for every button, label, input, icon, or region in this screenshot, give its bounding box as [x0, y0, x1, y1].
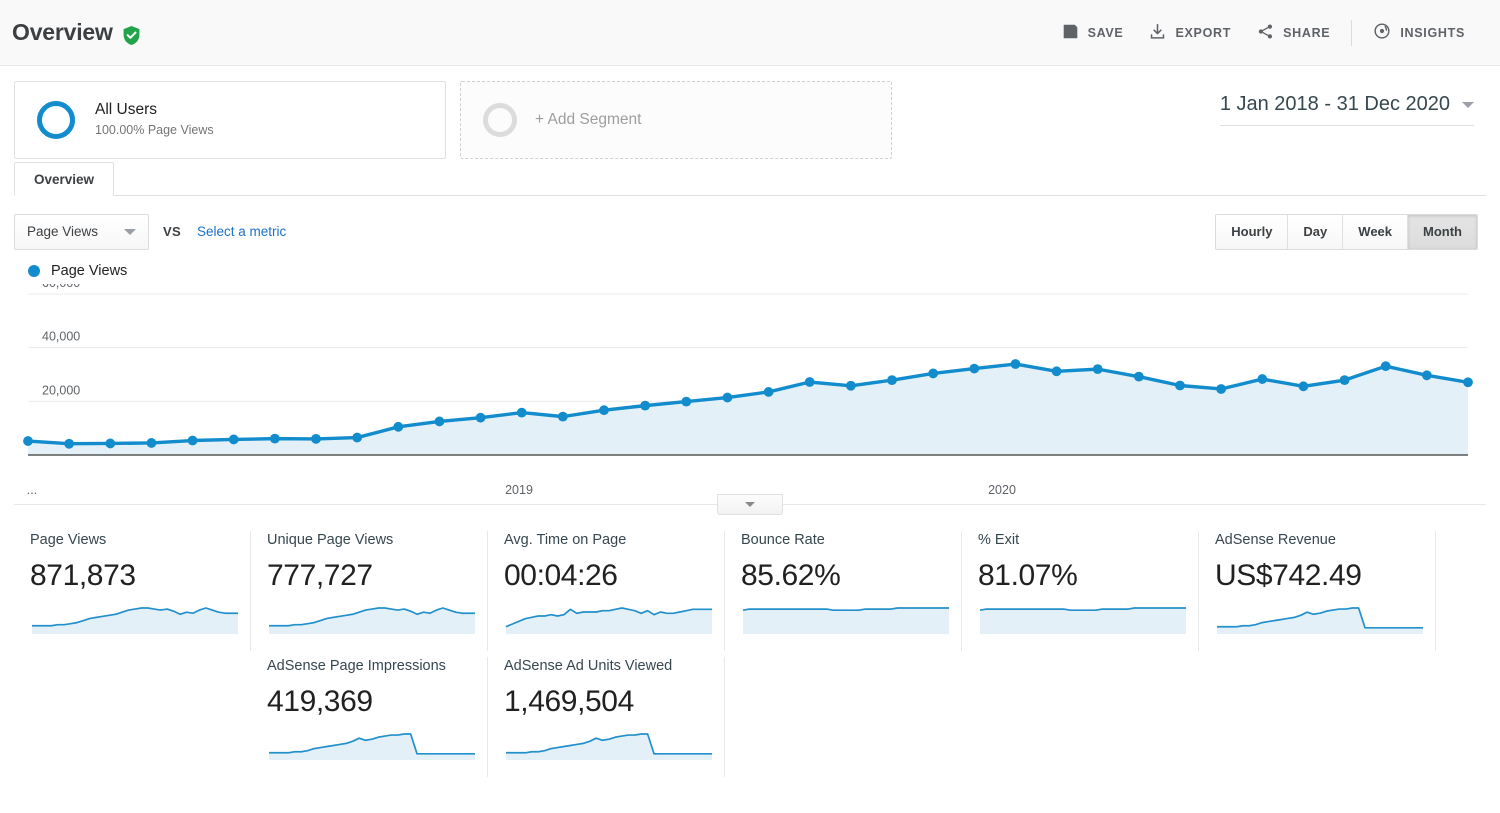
page-title: Overview	[12, 19, 113, 45]
metric-card[interactable]: Page Views 871,873	[14, 531, 251, 651]
granularity-week[interactable]: Week	[1343, 214, 1409, 249]
metric-card[interactable]: Avg. Time on Page 00:04:26	[488, 531, 725, 651]
toolbar-divider	[1351, 19, 1353, 46]
metric-card-sparkline	[1217, 606, 1423, 634]
granularity-hourly[interactable]: Hourly	[1216, 214, 1289, 249]
metric-card-sparkline	[506, 732, 712, 760]
metric-card-value: 85.62%	[741, 558, 841, 592]
x-tick-0: ...	[26, 483, 38, 497]
vs-label: VS	[163, 224, 181, 239]
tab-strip: Overview	[14, 162, 1486, 196]
metric-card-sparkline	[979, 606, 1186, 634]
chevron-down-icon	[124, 228, 137, 235]
metric-card-title: Unique Page Views	[267, 532, 394, 548]
export-button[interactable]: EXPORT	[1136, 17, 1244, 49]
collapse-chart-button[interactable]	[717, 494, 783, 515]
segment-ring-icon	[37, 101, 75, 139]
metric-card-value: 419,369	[267, 684, 373, 718]
metric-card-title: AdSense Page Impressions	[267, 658, 446, 674]
insights-label: INSIGHTS	[1400, 25, 1465, 40]
metric-card-sparkline	[32, 606, 238, 634]
add-segment-ring-icon	[483, 103, 517, 137]
tab-overview[interactable]: Overview	[14, 162, 115, 196]
svg-text:40,000: 40,000	[42, 330, 80, 344]
metric-card-title: AdSense Revenue	[1215, 532, 1336, 548]
metric-card-value: 00:04:26	[504, 558, 618, 592]
chevron-down-icon	[1462, 101, 1474, 108]
metric-card-value: US$742.49	[1215, 558, 1362, 592]
segment-name: All Users	[95, 101, 158, 119]
metric-card-sparkline	[269, 732, 475, 760]
segment-subtitle: 100.00% Page Views	[95, 123, 214, 138]
chart-x-axis: ... 2019 2020	[14, 479, 1486, 515]
export-download-icon	[1149, 23, 1166, 43]
svg-text:60,000: 60,000	[42, 284, 80, 290]
metric-card-value: 81.07%	[978, 558, 1078, 592]
metric-card-sparkline	[742, 606, 949, 634]
primary-metric-dropdown[interactable]: Page Views	[14, 213, 150, 250]
save-label: SAVE	[1087, 25, 1124, 40]
chart-legend: Page Views	[14, 252, 1486, 284]
save-floppy-icon	[1062, 23, 1079, 43]
segment-all-users[interactable]: All Users 100.00% Page Views	[14, 81, 446, 159]
metric-card[interactable]: % Exit 81.07%	[962, 531, 1199, 651]
chart-plot-area[interactable]: 20,000 40,000 60,000	[14, 284, 1486, 479]
segment-bar: All Users 100.00% Page Views + Add Segme…	[0, 66, 1500, 159]
metric-card-sparkline	[505, 606, 712, 634]
page-header: Overview SAVE EXPORT SHARE INSIGHTS	[0, 0, 1500, 66]
legend-label: Page Views	[51, 263, 128, 279]
metric-card[interactable]: Unique Page Views 777,727	[251, 531, 488, 651]
save-button[interactable]: SAVE	[1049, 17, 1137, 49]
metric-card-sparkline	[269, 606, 475, 634]
granularity-month[interactable]: Month	[1408, 214, 1477, 249]
x-tick-1: 2019	[505, 483, 533, 497]
select-a-metric-link[interactable]: Select a metric	[197, 224, 286, 239]
share-button[interactable]: SHARE	[1244, 17, 1343, 49]
primary-metric-label: Page Views	[27, 224, 99, 239]
add-segment-button[interactable]: + Add Segment	[460, 81, 892, 159]
metric-cards: Page Views 871,873 Unique Page Views 777…	[0, 505, 1500, 777]
x-tick-2: 2020	[988, 483, 1016, 497]
add-segment-label: + Add Segment	[535, 111, 642, 128]
metric-card[interactable]: AdSense Ad Units Viewed 1,469,504	[488, 657, 725, 777]
metric-card[interactable]: Bounce Rate 85.62%	[725, 531, 962, 651]
metric-card-title: Page Views	[30, 532, 107, 548]
share-label: SHARE	[1283, 25, 1331, 40]
metric-card-value: 1,469,504	[504, 684, 634, 718]
segment-text: All Users 100.00% Page Views	[95, 100, 214, 140]
export-label: EXPORT	[1175, 25, 1232, 40]
legend-color-dot	[28, 265, 40, 277]
main-chart: Page Views 20,000 40,000 60,000 ... 2019 2…	[0, 252, 1500, 515]
granularity-toggle-group: Hourly Day Week Month	[1215, 213, 1478, 250]
metric-card-title: % Exit	[978, 532, 1020, 548]
metric-card[interactable]: AdSense Revenue US$742.49	[1199, 531, 1436, 651]
insights-icon	[1373, 22, 1391, 43]
metric-card[interactable]: AdSense Page Impressions 419,369	[251, 657, 488, 777]
date-range-value: 1 Jan 2018 - 31 Dec 2020	[1219, 93, 1450, 115]
date-range-selector[interactable]: 1 Jan 2018 - 31 Dec 2020	[1219, 81, 1486, 126]
insights-button[interactable]: INSIGHTS	[1360, 16, 1478, 49]
granularity-day[interactable]: Day	[1288, 214, 1344, 249]
metric-card-value: 777,727	[267, 558, 373, 592]
chevron-down-icon	[745, 502, 755, 507]
chart-line-svg: 20,000 40,000 60,000	[23, 284, 1473, 456]
share-nodes-icon	[1257, 23, 1274, 43]
metric-card-title: AdSense Ad Units Viewed	[504, 658, 673, 674]
svg-text:20,000: 20,000	[42, 383, 80, 397]
metric-card[interactable]	[14, 651, 251, 771]
metric-card-value: 871,873	[30, 558, 136, 592]
green-shield-check-icon	[122, 25, 141, 46]
metric-card-title: Bounce Rate	[741, 532, 825, 548]
metric-card-title: Avg. Time on Page	[504, 532, 627, 548]
metric-selector-row: Page Views VS Select a metric Hourly Day…	[0, 196, 1500, 252]
header-actions: SAVE EXPORT SHARE INSIGHTS	[1049, 16, 1478, 49]
